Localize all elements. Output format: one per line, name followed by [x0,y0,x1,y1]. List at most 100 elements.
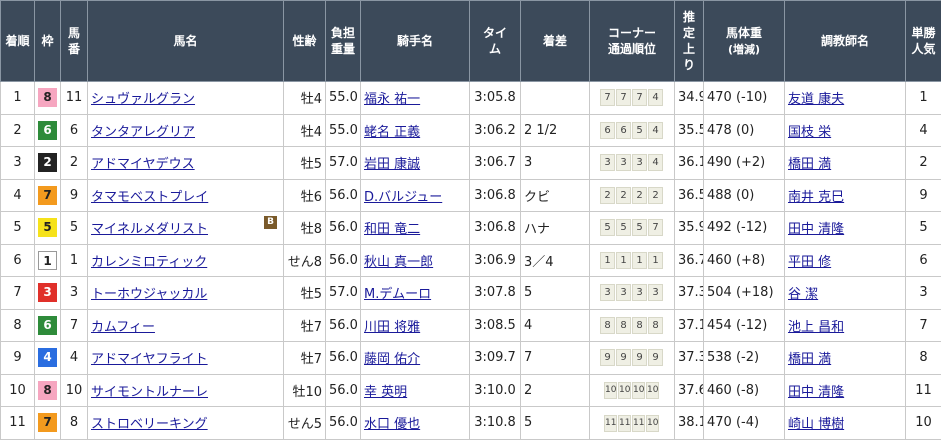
trainer-link[interactable]: 橋田 満 [788,352,831,367]
corner-position: 8 [600,316,615,334]
corner-position: 1 [600,251,615,269]
horse-link[interactable]: アドマイヤフライト [91,352,208,367]
horse-link[interactable]: シュヴァルグラン [91,92,195,107]
trainer-cell: 南井 克巳 [784,178,906,212]
trainer-cell: 橋田 満 [784,341,906,375]
frame-badge: 6 [38,120,57,140]
time-cell: 3:10.0 [469,373,521,407]
corner-position: 4 [648,121,663,139]
corner-cell: 10 10 10 10 [589,373,675,407]
time-cell: 3:07.8 [469,276,521,310]
jockey-link[interactable]: 秋山 真一郎 [364,255,433,270]
horse-link[interactable]: トーホウジャッカル [91,287,207,302]
weight-cell: 57.0 [325,276,361,310]
corner-position: 3 [648,284,663,302]
popularity-cell: 5 [905,211,941,245]
trainer-link[interactable]: 田中 清隆 [788,385,844,400]
jockey-link[interactable]: 蛯名 正義 [364,125,420,140]
horse-cell: トーホウジャッカル [87,276,284,310]
number-cell: 10 [60,373,88,407]
jockey-cell: 福永 祐一 [360,81,470,115]
trainer-cell: 橋田 満 [784,146,906,180]
jockey-link[interactable]: 幸 英明 [364,385,407,400]
jockey-link[interactable]: D.バルジュー [364,190,442,205]
trainer-link[interactable]: 友道 康夫 [788,92,844,107]
number-cell: 8 [60,406,88,440]
header-horse: 馬名 [87,0,284,82]
sexage-cell: 牡7 [283,341,326,375]
horse-link[interactable]: アドマイヤデウス [91,157,195,172]
number-cell: 9 [60,178,88,212]
trainer-link[interactable]: 橋田 満 [788,157,831,172]
corner-cell: 7774 [589,81,675,115]
bodyweight-cell: 470 (-4) [703,406,785,440]
header-jockey: 騎手名 [360,0,470,82]
trainer-cell: 田中 清隆 [784,373,906,407]
jockey-link[interactable]: 岩田 康誠 [364,157,420,172]
corner-position: 2 [616,186,631,204]
last3f-cell: 35.9 [674,211,704,245]
popularity-cell: 6 [905,243,941,277]
jockey-link[interactable]: M.デムーロ [364,287,431,302]
corner-cell: 3333 [589,276,675,310]
jockey-cell: 岩田 康誠 [360,146,470,180]
rank-cell: 2 [0,113,35,147]
header-rank: 着順 [0,0,35,82]
trainer-link[interactable]: 田中 清隆 [788,222,844,237]
margin-cell: クビ [520,178,590,212]
last3f-cell: 34.9 [674,81,704,115]
corner-position: 11 [632,414,645,432]
corner-positions: 2222 [600,186,664,204]
popularity-cell: 7 [905,308,941,342]
corner-position: 1 [648,251,663,269]
frame-cell: 1 [34,243,61,277]
corner-cell: 9999 [589,341,675,375]
jockey-link[interactable]: 和田 竜二 [364,222,420,237]
header-weight: 負担 重量 [325,0,361,82]
frame-badge: 5 [38,218,57,238]
trainer-link[interactable]: 崎山 博樹 [788,417,844,432]
horse-link[interactable]: カムフィー [91,320,155,335]
trainer-link[interactable]: 平田 修 [788,255,831,270]
last3f-cell: 36.1 [674,146,704,180]
corner-position: 2 [648,186,663,204]
horse-link[interactable]: サイモントルナーレ [91,385,208,400]
bodyweight-cell: 478 (0) [703,113,785,147]
jockey-link[interactable]: 藤岡 佑介 [364,352,420,367]
table-row: 944アドマイヤフライト牡756.0藤岡 佑介3:09.77999937.353… [0,341,941,375]
horse-link[interactable]: タマモベストプレイ [91,190,208,205]
trainer-link[interactable]: 谷 潔 [788,287,818,302]
popularity-cell: 4 [905,113,941,147]
time-cell: 3:05.8 [469,81,521,115]
trainer-link[interactable]: 国枝 栄 [788,125,831,140]
header-bodyweight: 馬体重 (増減) [703,0,785,82]
jockey-cell: 水口 優也 [360,406,470,440]
sexage-cell: せん5 [283,406,326,440]
race-result-table: 着順 枠 馬番 馬名 性齢 負担 重量 騎手名 タイム 着差 コーナー 通過順位 推… [0,0,941,440]
sexage-cell: 牡10 [283,373,326,407]
rank-cell: 1 [0,81,35,115]
horse-link[interactable]: タンタアレグリア [91,125,195,140]
time-cell: 3:06.7 [469,146,521,180]
jockey-link[interactable]: 川田 将雅 [364,320,420,335]
horse-link[interactable]: マイネルメダリスト [91,222,208,237]
rank-cell: 9 [0,341,35,375]
corner-positions: 5557 [600,219,664,237]
corner-position: 9 [616,349,631,367]
trainer-link[interactable]: 池上 昌和 [788,320,844,335]
trainer-link[interactable]: 南井 克巳 [788,190,844,205]
corner-position: 4 [648,89,663,107]
horse-link[interactable]: カレンミロティック [91,255,207,270]
sexage-cell: 牡5 [283,146,326,180]
last3f-cell: 37.6 [674,373,704,407]
trainer-cell: 谷 潔 [784,276,906,310]
jockey-link[interactable]: 水口 優也 [364,417,420,432]
frame-cell: 8 [34,373,61,407]
bodyweight-cell: 504 (+18) [703,276,785,310]
horse-link[interactable]: ストロベリーキング [91,417,208,432]
corner-position: 5 [600,219,615,237]
jockey-link[interactable]: 福永 祐一 [364,92,420,107]
sexage-cell: せん8 [283,243,326,277]
popularity-cell: 3 [905,276,941,310]
corner-position: 10 [646,382,659,400]
